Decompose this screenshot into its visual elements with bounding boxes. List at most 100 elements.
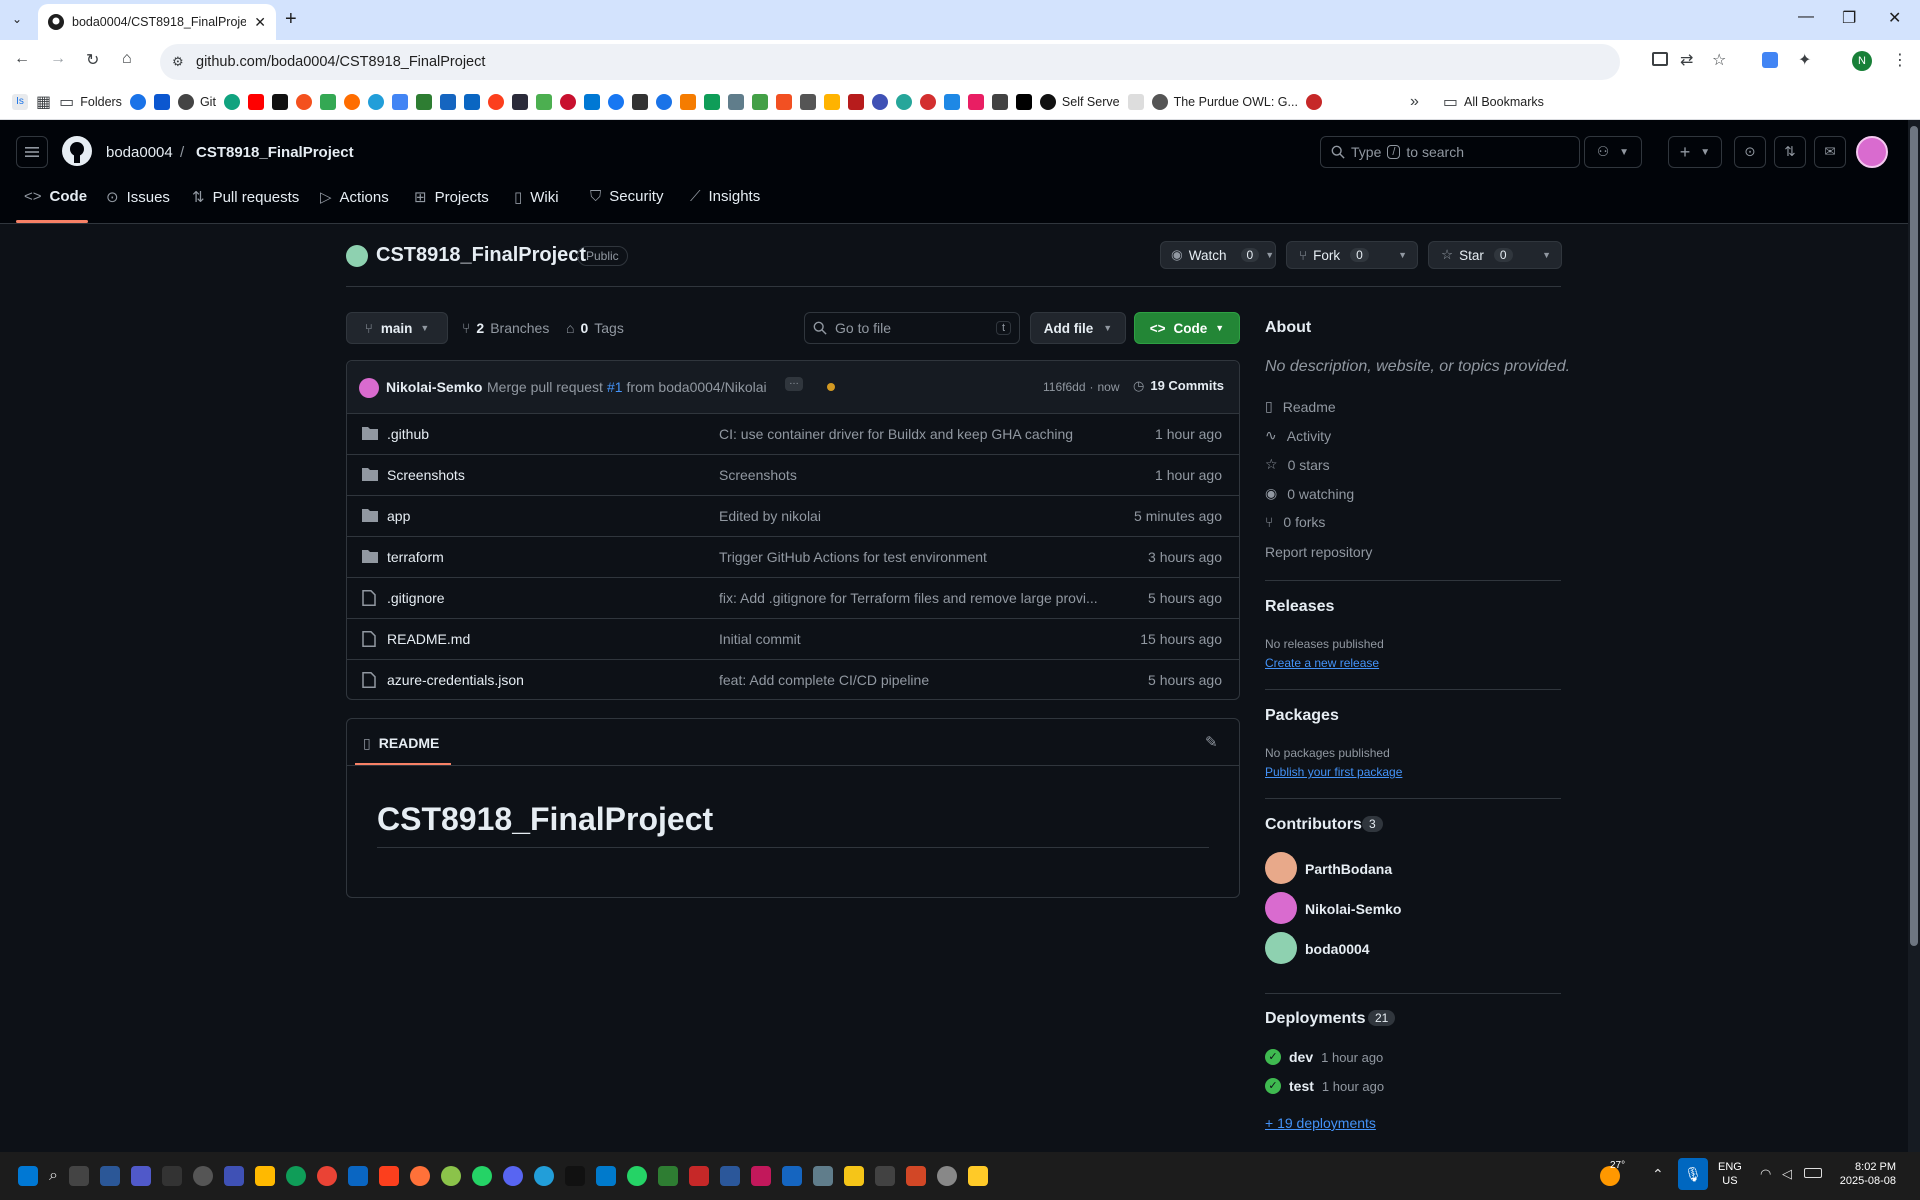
- install-app-icon[interactable]: [1652, 52, 1668, 66]
- apps-grid-icon[interactable]: ▦: [36, 92, 51, 112]
- bookmark-icon-19[interactable]: [751, 93, 768, 110]
- bookmark-icon-16[interactable]: [679, 93, 696, 110]
- chrome-icon[interactable]: [316, 1166, 337, 1186]
- bookmark-icon-31[interactable]: [1305, 93, 1322, 110]
- clock[interactable]: 8:02 PM 2025-08-08: [1836, 1160, 1896, 1188]
- word-icon[interactable]: [719, 1166, 740, 1186]
- user-avatar[interactable]: [1856, 136, 1888, 168]
- commits-link[interactable]: ◷ 19 Commits: [1133, 378, 1224, 394]
- bookmark-icon-9[interactable]: [415, 93, 432, 110]
- taskbar-app-icon[interactable]: [285, 1166, 306, 1186]
- tab-wiki[interactable]: ▯ Wiki: [514, 188, 559, 207]
- pull-requests-button[interactable]: ⇅: [1774, 136, 1806, 168]
- bookmark-icon-10[interactable]: [439, 93, 456, 110]
- about-activity-link[interactable]: ∿ Activity: [1265, 427, 1331, 444]
- bookmark-icon-1[interactable]: [129, 93, 146, 110]
- yandex-icon[interactable]: [378, 1166, 399, 1186]
- whatsapp-icon[interactable]: [626, 1166, 647, 1186]
- bookmark-icon-5[interactable]: [295, 93, 312, 110]
- bookmark-icon-24[interactable]: [895, 93, 912, 110]
- bookmark-icon-15[interactable]: [655, 93, 672, 110]
- show-hidden-icons[interactable]: ⌃: [1652, 1166, 1664, 1183]
- deployment-item[interactable]: ✓ dev 1 hour ago: [1265, 1049, 1383, 1065]
- home-icon[interactable]: ⌂: [122, 50, 132, 68]
- bookmark-purdue[interactable]: The Purdue OWL: G...: [1151, 93, 1298, 110]
- contributor-avatar[interactable]: [1265, 892, 1297, 924]
- bookmark-linkedin-icon[interactable]: [463, 93, 480, 110]
- readme-tab[interactable]: ▯ README: [363, 735, 439, 752]
- all-bookmarks[interactable]: ▭ All Bookmarks: [1443, 92, 1544, 112]
- bookmark-icon-3[interactable]: [223, 93, 240, 110]
- breadcrumb-owner[interactable]: boda0004: [106, 144, 173, 161]
- tab-search-icon[interactable]: ⌄: [12, 12, 22, 26]
- star-button[interactable]: ☆ Star 0 ▼: [1428, 241, 1562, 269]
- taskbar-app-icon[interactable]: [223, 1166, 244, 1186]
- watch-button[interactable]: ◉ Watch 0 ▼: [1160, 241, 1276, 269]
- file-name[interactable]: .github: [387, 426, 429, 442]
- wifi-icon[interactable]: ◠: [1760, 1166, 1771, 1182]
- bookmark-git[interactable]: Git: [177, 93, 216, 110]
- releases-title[interactable]: Releases: [1265, 598, 1334, 616]
- tags-link[interactable]: ⌂ 0 Tags: [566, 320, 624, 336]
- contributor-name[interactable]: boda0004: [1305, 941, 1370, 957]
- battery-icon[interactable]: [1804, 1168, 1822, 1178]
- bookmark-youtube-icon[interactable]: [247, 93, 264, 110]
- contributor-avatar[interactable]: [1265, 932, 1297, 964]
- repo-owner-avatar[interactable]: [346, 245, 368, 267]
- bookmark-icon-12[interactable]: [535, 93, 552, 110]
- bookmark-icon-14[interactable]: [631, 93, 648, 110]
- create-release-link[interactable]: Create a new release: [1265, 656, 1379, 670]
- taskbar-app-icon[interactable]: [347, 1166, 368, 1186]
- table-row[interactable]: terraform Trigger GitHub Actions for test…: [346, 536, 1240, 577]
- translate-icon[interactable]: ⇄: [1680, 50, 1693, 70]
- contributors-title[interactable]: Contributors: [1265, 816, 1362, 834]
- bookmark-icon-27[interactable]: [967, 93, 984, 110]
- about-forks-link[interactable]: ⑂ 0 forks: [1265, 514, 1325, 530]
- more-deployments-link[interactable]: + 19 deployments: [1265, 1115, 1376, 1131]
- site-info-icon[interactable]: ⚙: [172, 54, 184, 70]
- file-name[interactable]: terraform: [387, 549, 444, 565]
- file-name[interactable]: Screenshots: [387, 467, 465, 483]
- new-tab-icon[interactable]: +: [285, 8, 297, 31]
- taskbar-app-icon[interactable]: [471, 1166, 492, 1186]
- bookmark-telegram-icon[interactable]: [367, 93, 384, 110]
- taskbar-app-icon[interactable]: [192, 1166, 213, 1186]
- tab-code[interactable]: <> Code: [24, 188, 87, 205]
- bookmark-icon-29[interactable]: [1015, 93, 1032, 110]
- taskbar-app-icon[interactable]: [843, 1166, 864, 1186]
- bookmark-icon-18[interactable]: [727, 93, 744, 110]
- expand-commit-icon[interactable]: …: [785, 377, 803, 391]
- minimize-icon[interactable]: —: [1798, 8, 1814, 26]
- tab-security[interactable]: ⛉ Security: [590, 188, 663, 205]
- taskbar-app-icon[interactable]: [874, 1166, 895, 1186]
- taskbar-app-icon[interactable]: [657, 1166, 678, 1186]
- bookmark-icon-21[interactable]: [823, 93, 840, 110]
- commit-sha[interactable]: 116f6dd: [1043, 380, 1086, 394]
- firefox-icon[interactable]: [409, 1166, 430, 1186]
- commit-author[interactable]: Nikolai-Semko: [386, 379, 482, 395]
- browser-menu-icon[interactable]: ⋮: [1892, 50, 1908, 70]
- taskbar-app-icon[interactable]: [781, 1166, 802, 1186]
- close-window-icon[interactable]: ✕: [1888, 8, 1901, 28]
- bookmark-icon-4[interactable]: [271, 93, 288, 110]
- commit-message[interactable]: Merge pull request #1 from boda0004/Niko…: [487, 379, 767, 395]
- deployment-item[interactable]: ✓ test 1 hour ago: [1265, 1078, 1384, 1094]
- windows-start-icon[interactable]: [18, 1166, 38, 1186]
- bookmark-icon-28[interactable]: [991, 93, 1008, 110]
- terminal-icon[interactable]: [161, 1166, 182, 1186]
- github-logo-icon[interactable]: [62, 136, 92, 166]
- bookmark-microsoft-icon[interactable]: [775, 93, 792, 110]
- volume-icon[interactable]: ◁: [1782, 1166, 1792, 1182]
- table-row[interactable]: README.md Initial commit 15 hours ago: [346, 618, 1240, 659]
- restore-icon[interactable]: ❐: [1842, 8, 1856, 28]
- discord-icon[interactable]: [502, 1166, 523, 1186]
- file-name[interactable]: .gitignore: [387, 590, 445, 606]
- issues-button[interactable]: ⊙: [1734, 136, 1766, 168]
- table-row[interactable]: .gitignore fix: Add .gitignore for Terraf…: [346, 577, 1240, 618]
- extensions-icon[interactable]: ✦: [1798, 50, 1811, 70]
- go-to-file-input[interactable]: Go to file t: [804, 312, 1020, 344]
- browser-tab[interactable]: boda0004/CST8918_FinalProject ✕: [38, 4, 276, 40]
- tab-actions[interactable]: ▷ Actions: [320, 188, 389, 207]
- back-icon[interactable]: ←: [14, 50, 30, 68]
- contributor-name[interactable]: Nikolai-Semko: [1305, 901, 1401, 917]
